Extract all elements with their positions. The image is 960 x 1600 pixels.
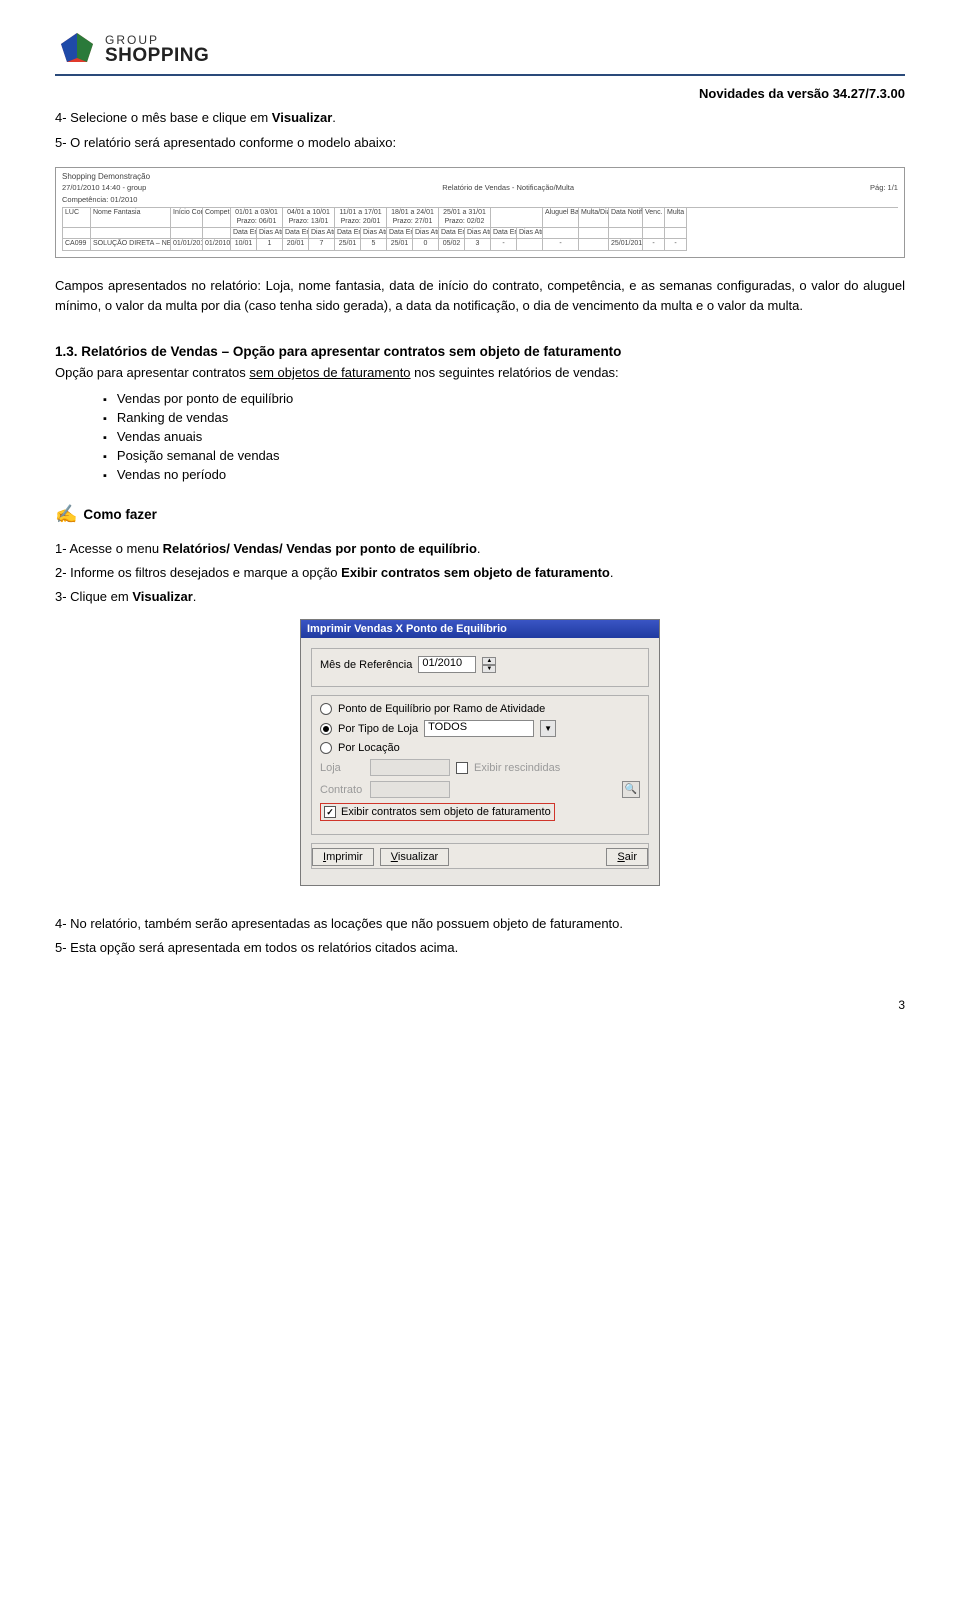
- report-table: LUC Nome Fantasia Início Contrato Compet…: [62, 207, 898, 251]
- campos-paragraph: Campos apresentados no relatório: Loja, …: [55, 276, 905, 316]
- section-1-3-desc: Opção para apresentar contratos sem obje…: [55, 363, 905, 383]
- chevron-up-icon[interactable]: ▲: [482, 657, 496, 665]
- header-divider: [55, 74, 905, 76]
- mes-spinner[interactable]: ▲ ▼: [482, 657, 496, 673]
- sair-button[interactable]: Sair: [606, 848, 648, 866]
- dialog-title: Imprimir Vendas X Ponto de Equilíbrio: [301, 620, 659, 638]
- tipo-loja-select[interactable]: TODOS: [424, 720, 534, 737]
- list-item: Vendas anuais: [103, 427, 905, 446]
- logo-text-shopping: SHOPPING: [105, 46, 209, 65]
- writing-hand-icon: ✍: [55, 504, 77, 525]
- logo-mark-icon: [55, 30, 99, 68]
- chevron-down-icon[interactable]: ▼: [482, 665, 496, 673]
- logo-text-group: GROUP: [105, 34, 209, 46]
- step-2: 2- Informe os filtros desejados e marque…: [55, 563, 905, 583]
- como-fazer-heading: ✍ Como fazer: [55, 504, 905, 525]
- list-item: Ranking de vendas: [103, 408, 905, 427]
- loja-label: Loja: [320, 762, 364, 774]
- logo: GROUP SHOPPING: [55, 30, 209, 68]
- version-label: Novidades da versão 34.27/7.3.00: [55, 86, 905, 101]
- print-dialog: Imprimir Vendas X Ponto de Equilíbrio Mê…: [300, 619, 660, 886]
- section-1-3-heading: 1.3. Relatórios de Vendas – Opção para a…: [55, 344, 905, 359]
- binoculars-icon[interactable]: 🔍: [622, 781, 640, 798]
- check-sem-objeto[interactable]: [324, 806, 336, 818]
- report-shop: Shopping Demonstração: [62, 172, 898, 182]
- table-row: CA099: [63, 239, 91, 250]
- intro-line-4: 4- Selecione o mês base e clique em Visu…: [55, 109, 905, 128]
- imprimir-button[interactable]: Imprimir: [312, 848, 374, 866]
- report-preview: Shopping Demonstração 27/01/2010 14:40 -…: [55, 167, 905, 258]
- mes-label: Mês de Referência: [320, 659, 412, 671]
- closing-4: 4- No relatório, também serão apresentad…: [55, 914, 905, 934]
- check-rescindidas[interactable]: [456, 762, 468, 774]
- intro-line-5: 5- O relatório será apresentado conforme…: [55, 134, 905, 153]
- report-meta-center: Relatório de Vendas - Notificação/Multa: [442, 183, 574, 192]
- list-item: Vendas por ponto de equilíbrio: [103, 389, 905, 408]
- radio-tipo-loja[interactable]: [320, 723, 332, 735]
- report-meta-left: 27/01/2010 14:40 - group: [62, 183, 146, 192]
- step-3: 3- Clique em Visualizar.: [55, 587, 905, 607]
- report-competencia: Competência: 01/2010: [62, 195, 898, 204]
- header: GROUP SHOPPING: [55, 30, 905, 68]
- page-number: 3: [55, 998, 905, 1012]
- visualizar-button[interactable]: Visualizar: [380, 848, 450, 866]
- closing-5: 5- Esta opção será apresentada em todos …: [55, 938, 905, 958]
- select-chevron-down-icon[interactable]: ▼: [540, 720, 556, 737]
- radio-ramo[interactable]: [320, 703, 332, 715]
- contrato-field: [370, 781, 450, 798]
- highlight-sem-objeto: Exibir contratos sem objeto de faturamen…: [320, 803, 555, 821]
- contrato-label: Contrato: [320, 784, 364, 796]
- list-item: Posição semanal de vendas: [103, 446, 905, 465]
- report-meta-right: Pág: 1/1: [870, 183, 898, 192]
- mes-field[interactable]: 01/2010: [418, 656, 476, 673]
- step-1: 1- Acesse o menu Relatórios/ Vendas/ Ven…: [55, 539, 905, 559]
- loja-field: [370, 759, 450, 776]
- radio-locacao[interactable]: [320, 742, 332, 754]
- list-item: Vendas no período: [103, 465, 905, 484]
- bullet-list: Vendas por ponto de equilíbrio Ranking d…: [55, 389, 905, 484]
